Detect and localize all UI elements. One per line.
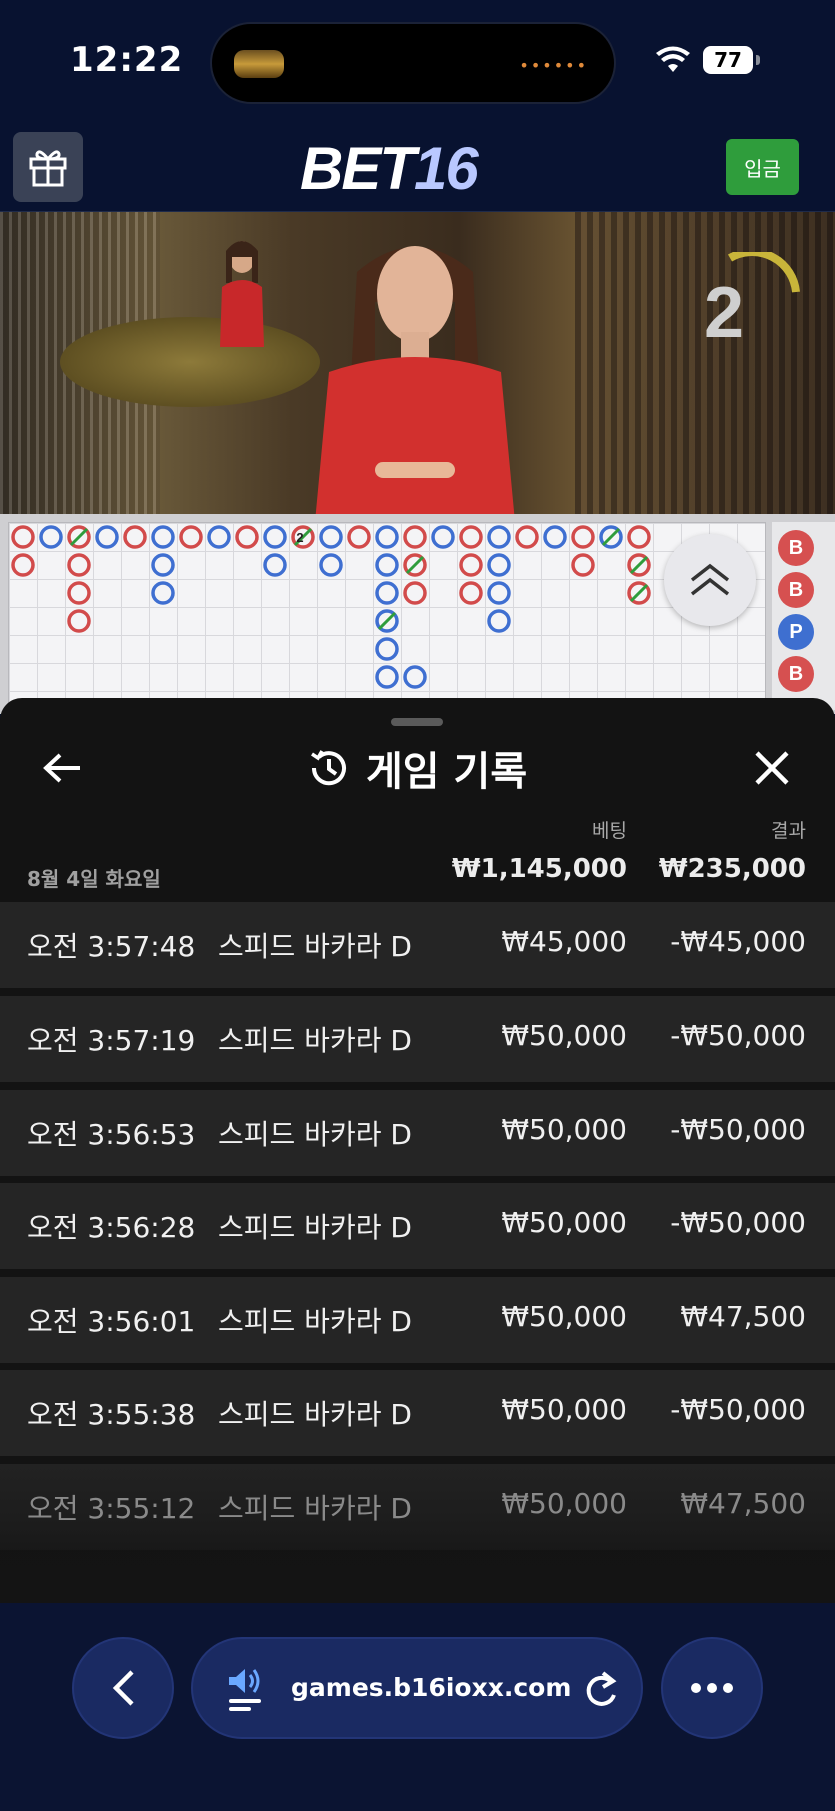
brand-logo[interactable]: BET16 [300, 134, 479, 203]
row-bet: ₩50,000 [501, 1206, 627, 1239]
row-bet: ₩50,000 [501, 1300, 627, 1333]
arrow-left-icon [43, 753, 80, 783]
status-bar: 12:22 •••••• 77 [0, 0, 835, 120]
row-game: 스피드 바카라 D [218, 1398, 412, 1431]
row-bet: ₩50,000 [501, 1019, 627, 1052]
dynamic-island: •••••• [210, 22, 616, 104]
expand-roadmap-button[interactable] [664, 534, 756, 626]
panel-header: 게임 기록 [306, 742, 528, 795]
url-text: games.b16ioxx.com [291, 1673, 572, 1702]
row-time: 오전 3:56:28 [27, 1211, 196, 1244]
list-fade-overlay [0, 1528, 835, 1603]
history-row[interactable]: 오전 3:55:38 스피드 바카라 D ₩50,000 -₩50,000 [0, 1370, 835, 1456]
row-game: 스피드 바카라 D [218, 1118, 412, 1151]
banker-marker: B [778, 656, 814, 692]
back-button[interactable] [38, 744, 86, 792]
more-dots-icon [691, 1683, 733, 1693]
promotions-button[interactable] [13, 132, 83, 202]
close-button[interactable] [748, 744, 796, 792]
browser-back-button[interactable] [72, 1637, 174, 1739]
panel-title: 게임 기록 [366, 749, 528, 795]
row-result: -₩50,000 [670, 1206, 806, 1239]
more-options-button[interactable] [661, 1637, 763, 1739]
row-game: 스피드 바카라 D [218, 1305, 412, 1338]
row-game: 스피드 바카라 D [218, 1211, 412, 1244]
row-time: 오전 3:57:19 [27, 1024, 196, 1057]
countdown-timer: 2 [704, 273, 745, 353]
row-bet: ₩45,000 [501, 925, 627, 958]
date-heading: 8월 4일 화요일 [27, 867, 161, 891]
chevron-left-icon [112, 1670, 134, 1706]
wifi-icon [656, 46, 690, 72]
row-bet: ₩50,000 [501, 1393, 627, 1426]
audio-waveform-icon: •••••• [519, 56, 588, 75]
background-dealer [220, 241, 264, 347]
double-chevron-up-icon [690, 563, 730, 596]
player-marker: P [778, 614, 814, 650]
banker-marker: B [778, 572, 814, 608]
banker-marker: B [778, 530, 814, 566]
media-thumbnail [234, 50, 284, 78]
row-result: -₩50,000 [670, 1393, 806, 1426]
history-row[interactable]: 오전 3:57:19 스피드 바카라 D ₩50,000 -₩50,000 [0, 996, 835, 1082]
close-icon [755, 751, 789, 785]
clock: 12:22 [70, 40, 184, 80]
logo-number: 16 [414, 135, 479, 202]
column-header-result: 결과 [771, 820, 806, 842]
road-marker-number: 2 [296, 530, 303, 545]
row-game: 스피드 바카라 D [218, 930, 412, 963]
baccarat-table [60, 317, 320, 407]
row-result: -₩50,000 [670, 1019, 806, 1052]
logo-text: BET [300, 135, 416, 202]
deposit-button[interactable]: 입금 [726, 139, 799, 195]
big-eye-road: B B P B [772, 522, 835, 710]
row-result: -₩45,000 [670, 925, 806, 958]
bead-road-grid: 2 [8, 522, 766, 710]
row-time: 오전 3:56:53 [27, 1118, 196, 1151]
page-settings-icon [229, 1669, 261, 1711]
address-bar[interactable]: games.b16ioxx.com [191, 1637, 643, 1739]
history-row[interactable]: 오전 3:57:48 스피드 바카라 D ₩45,000 -₩45,000 [0, 902, 835, 988]
row-result: -₩50,000 [670, 1113, 806, 1146]
row-bet: ₩50,000 [501, 1487, 627, 1520]
gift-icon [29, 150, 67, 187]
row-result: ₩47,500 [680, 1487, 806, 1520]
battery-indicator: 77 [703, 46, 760, 74]
row-game: 스피드 바카라 D [218, 1492, 412, 1525]
row-time: 오전 3:56:01 [27, 1305, 196, 1338]
history-row[interactable]: 오전 3:56:01 스피드 바카라 D ₩50,000 ₩47,500 [0, 1277, 835, 1363]
game-history-panel: 게임 기록 베팅 결과 8월 4일 화요일 ₩1,145,000 ₩235,00… [0, 698, 835, 1603]
row-result: ₩47,500 [680, 1300, 806, 1333]
app-header: BET16 입금 [0, 120, 835, 212]
sheet-grabber[interactable] [391, 718, 443, 726]
row-time: 오전 3:55:12 [27, 1492, 196, 1525]
row-time: 오전 3:55:38 [27, 1398, 196, 1431]
live-video-stream[interactable]: 2 [0, 212, 835, 514]
road-map[interactable]: 2 B B P B [0, 514, 835, 714]
history-row[interactable]: 오전 3:56:53 스피드 바카라 D ₩50,000 -₩50,000 [0, 1090, 835, 1176]
row-game: 스피드 바카라 D [218, 1024, 412, 1057]
history-icon [311, 750, 346, 786]
browser-toolbar: games.b16ioxx.com [0, 1603, 835, 1811]
row-bet: ₩50,000 [501, 1113, 627, 1146]
column-header-bet: 베팅 [592, 820, 627, 842]
row-time: 오전 3:57:48 [27, 930, 196, 963]
history-row[interactable]: 오전 3:56:28 스피드 바카라 D ₩50,000 -₩50,000 [0, 1183, 835, 1269]
reload-icon[interactable] [581, 1669, 621, 1711]
dealer [315, 246, 515, 514]
total-result: ₩235,000 [658, 854, 806, 884]
road-markers: 2 [11, 525, 651, 689]
total-bet: ₩1,145,000 [451, 854, 627, 884]
